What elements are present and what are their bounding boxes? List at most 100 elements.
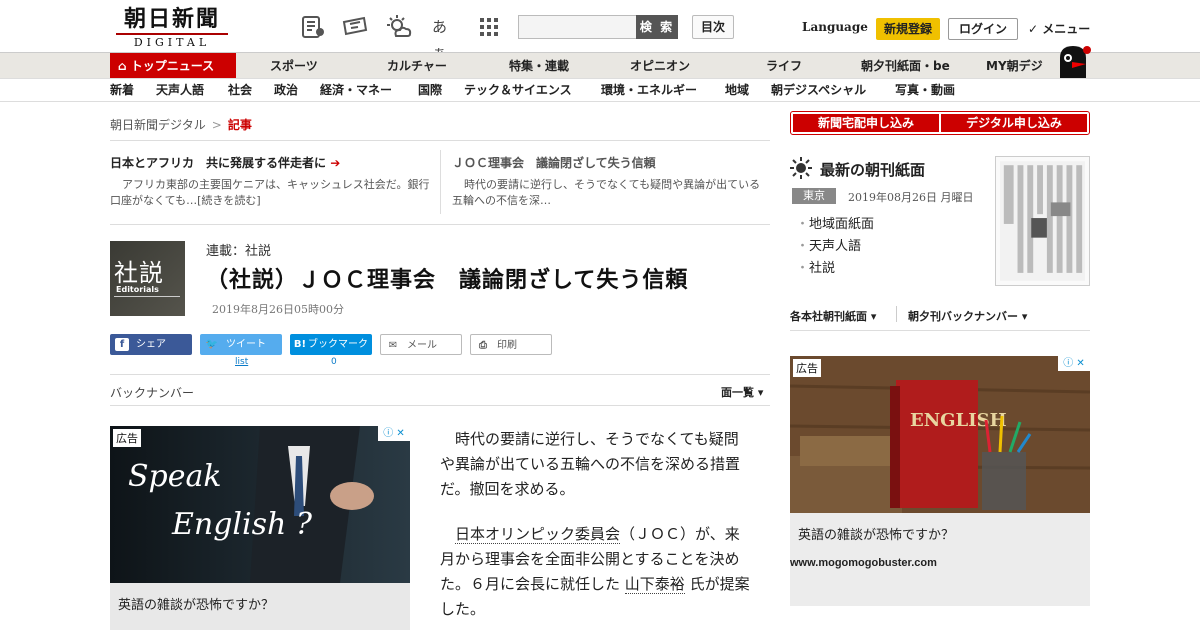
breadcrumb-home[interactable]: 朝日新聞デジタル [110, 118, 206, 132]
digital-subscribe-button[interactable]: デジタル申し込み [941, 114, 1087, 132]
divider [790, 330, 1090, 331]
login-button[interactable]: ログイン [948, 18, 1018, 40]
nav-my[interactable]: MY朝デジ [986, 53, 1043, 79]
joc-link[interactable]: 日本オリンピック委員会 [455, 525, 621, 544]
subnav-environment[interactable]: 環境・エネルギー [601, 79, 697, 101]
divider [110, 140, 770, 141]
share-label: ツイート [226, 339, 266, 350]
main-nav: ⌂ トップニュース スポーツ カルチャー 特集・連載 オピニオン ライフ 朝夕刊… [0, 52, 1200, 79]
twitter-list-link[interactable]: list [235, 357, 248, 367]
editorial-thumbnail: 社説 Editorials [110, 241, 185, 316]
hatena-icon: B! [293, 339, 307, 350]
print-button[interactable]: ⎙ 印刷 [470, 334, 552, 355]
nav-culture[interactable]: カルチャー [387, 53, 447, 79]
sidebar-link-region[interactable]: 地域面紙面 [796, 213, 874, 232]
language-link[interactable]: Language [802, 20, 868, 34]
ad-text-speak: Speak [128, 459, 222, 494]
grid-menu-icon[interactable] [476, 14, 502, 40]
hatena-bookmark-button[interactable]: B! ブックマーク [290, 334, 372, 355]
caret-down-icon: ▾ [870, 310, 877, 323]
menu-button[interactable]: ✓ メニュー [1028, 20, 1090, 37]
ad-image: Speak English ? [110, 426, 410, 583]
morning-edition-title[interactable]: 最新の朝刊紙面 [820, 159, 925, 180]
morning-edition-date: 2019年08月26日 月曜日 [848, 191, 974, 204]
thumb-line [114, 296, 180, 297]
series-label[interactable]: 連載：社説 [206, 240, 271, 259]
sub-nav: 新着 天声人語 社会 政治 経済・マネー 国際 テック＆サイエンス 環境・エネル… [0, 78, 1200, 102]
ad-close-icon[interactable]: ⓘ ✕ [378, 426, 410, 441]
backnumber-dropdown[interactable]: 朝夕刊バックナンバー ▾ [908, 308, 1027, 324]
hatena-count[interactable]: 0 [331, 357, 337, 367]
weather-icon[interactable] [386, 14, 412, 40]
site-logo[interactable]: 朝日新聞 DIGITAL [116, 6, 228, 49]
bureau-paper-dropdown[interactable]: 各本社朝刊紙面 ▾ [790, 308, 876, 324]
article-body: 時代の要請に逆行し、そうでなくても疑問や異論が出ている五輪への不信を深める措置だ… [440, 427, 750, 630]
subnav-international[interactable]: 国際 [418, 79, 442, 101]
logo-text-en: DIGITAL [116, 33, 228, 49]
logo-text-jp: 朝日新聞 [123, 6, 220, 32]
facebook-share-button[interactable]: f シェア [110, 334, 192, 355]
share-label: ブックマーク [308, 339, 368, 350]
mail-button[interactable]: ✉ メール [380, 334, 462, 355]
search-button[interactable]: 検 索 [636, 15, 678, 39]
nav-features[interactable]: 特集・連載 [509, 53, 569, 79]
ad-label: 広告 [793, 359, 821, 377]
related-desc: アフリカ東部の主要国ケニアは、キャッシュレス社会だ。銀行口座がなくても…[続きを… [110, 178, 430, 207]
ticket-icon[interactable] [342, 14, 368, 40]
yamashita-link[interactable]: 山下泰裕 [624, 575, 685, 594]
page-list-label: 面一覧 [721, 386, 754, 399]
ad-book-text: ENGLISH [910, 410, 1007, 431]
related-desc: 時代の要請に逆行し、そうでなくても疑問や異論が出ている五輪への不信を深… [452, 178, 761, 207]
nav-sports[interactable]: スポーツ [270, 53, 318, 79]
dropdown-label: 朝夕刊バックナンバー [908, 310, 1018, 323]
subnav-tech[interactable]: テック＆サイエンス [464, 79, 572, 101]
subnav-photo[interactable]: 写真・動画 [895, 79, 955, 101]
ad-image: ENGLISH [790, 356, 1090, 513]
subnav-politics[interactable]: 政治 [274, 79, 298, 101]
ad-caption: 英語の雑談が恐怖ですか？ [798, 528, 955, 543]
sidebar-link-tensei[interactable]: 天声人語 [796, 235, 861, 254]
home-delivery-button[interactable]: 新聞宅配申し込み [793, 114, 939, 132]
nav-opinion[interactable]: オピニオン [630, 53, 690, 79]
subnav-economy[interactable]: 経済・マネー [320, 79, 392, 101]
newspaper-icon[interactable] [300, 14, 326, 40]
related-article-2[interactable]: ＪＯＣ理事会 議論閉ざして失う信頼 時代の要請に逆行し、そうでなくても疑問や異論… [452, 154, 768, 209]
twitter-icon: 🐦 [205, 339, 219, 350]
thumb-kanji: 社説 [114, 259, 164, 287]
ad-left[interactable]: Speak English ? 広告 ⓘ ✕ 英語の雑談が恐怖ですか？ [110, 426, 410, 630]
divider [110, 224, 770, 225]
twitter-share-button[interactable]: 🐦 ツイート [200, 334, 282, 355]
sidebar-link-editorial[interactable]: 社説 [796, 257, 835, 276]
nav-life[interactable]: ライフ [766, 53, 802, 79]
font-size-toggle[interactable]: あぁ [432, 14, 458, 62]
nav-paper[interactable]: 朝夕刊紙面・be [861, 53, 950, 79]
subnav-special[interactable]: 朝デジスペシャル [771, 79, 866, 101]
share-label: シェア [136, 339, 166, 350]
newspaper-thumbnail[interactable] [995, 156, 1090, 286]
related-article-1[interactable]: 日本とアフリカ 共に発展する伴走者に ➔ アフリカ東部の主要国ケニアは、キャッシ… [110, 154, 430, 209]
subnav-tensei[interactable]: 天声人語 [156, 79, 204, 101]
ad-right[interactable]: ENGLISH 広告 ⓘ ✕ 英語の雑談が恐怖ですか？ www.mogomogo… [790, 356, 1090, 606]
page-list-dropdown[interactable]: 面一覧 ▾ [721, 384, 763, 400]
share-label: メール [407, 340, 437, 351]
signup-button[interactable]: 新規登録 [876, 18, 940, 40]
subnav-region[interactable]: 地域 [725, 79, 749, 101]
backnumber-label: バックナンバー [110, 386, 195, 400]
subnav-society[interactable]: 社会 [228, 79, 252, 101]
nav-top-news[interactable]: ⌂ トップニュース [110, 53, 236, 79]
ad-url[interactable]: www.mogomogobuster.com [790, 557, 937, 569]
contents-button[interactable]: 目次 [692, 15, 734, 39]
ad-close-icon[interactable]: ⓘ ✕ [1058, 356, 1090, 371]
print-icon: ⎙ [479, 340, 487, 351]
subnav-latest[interactable]: 新着 [110, 79, 134, 101]
ad-label: 広告 [113, 429, 141, 447]
city-badge: 東京 [792, 188, 836, 204]
related-title: ＪＯＣ理事会 議論閉ざして失う信頼 [452, 156, 656, 170]
breadcrumb: 朝日新聞デジタル > 記事 [110, 116, 252, 133]
sun-icon [790, 157, 812, 179]
mail-icon: ✉ [388, 340, 398, 351]
related-title: 日本とアフリカ 共に発展する伴走者に [110, 156, 327, 170]
mascot-icon[interactable] [1054, 44, 1092, 78]
search-input[interactable] [518, 15, 638, 39]
facebook-icon: f [115, 338, 129, 351]
